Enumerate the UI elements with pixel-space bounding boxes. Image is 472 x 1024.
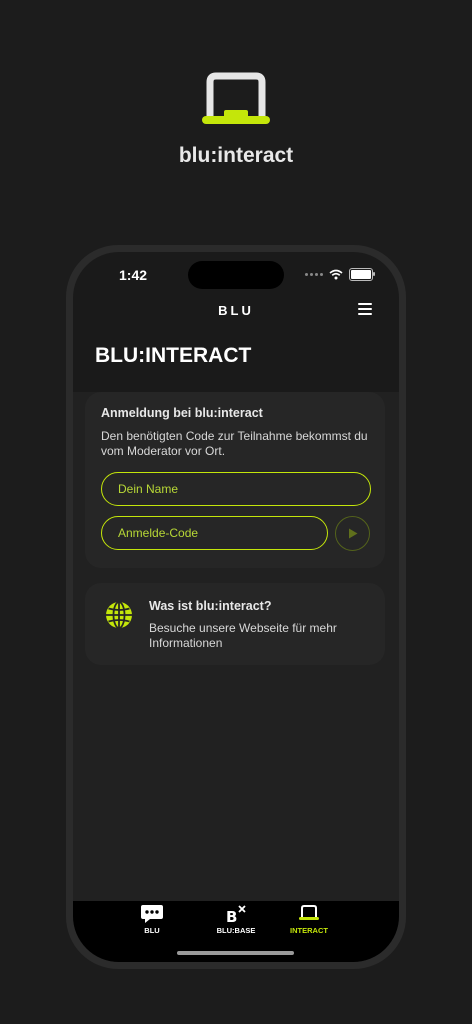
submit-button[interactable] xyxy=(335,516,370,551)
phone-screen: 1:42 BLU BLU:INTERACT Anmeldung bei blu:… xyxy=(73,252,399,962)
login-card-title: Anmeldung bei blu:interact xyxy=(101,406,263,420)
info-card-title: Was ist blu:interact? xyxy=(149,599,272,613)
hero-title: blu:interact xyxy=(178,144,294,167)
info-card-text: Besuche unsere Webseite für mehr Informa… xyxy=(149,621,337,650)
home-indicator xyxy=(177,951,294,955)
laptop-icon xyxy=(299,905,319,920)
tab-blu-base-label: BLU:BASE xyxy=(216,926,256,935)
code-input[interactable]: Anmelde-Code xyxy=(101,516,328,550)
svg-text:B: B xyxy=(226,908,237,924)
tab-blu-label: BLU xyxy=(144,926,160,935)
info-card[interactable]: Was ist blu:interact? Besuche unsere Web… xyxy=(85,583,385,665)
name-input[interactable]: Dein Name xyxy=(101,472,371,506)
tab-blu[interactable]: BLU xyxy=(112,901,192,941)
tab-interact[interactable]: INTERACT xyxy=(269,901,349,941)
blu-interact-logo-icon xyxy=(202,72,270,124)
page-title: BLU:INTERACT xyxy=(95,344,252,367)
status-icons xyxy=(305,267,375,281)
chat-bubble-icon xyxy=(141,905,163,923)
wifi-icon xyxy=(329,269,343,279)
signal-icon xyxy=(305,272,323,276)
status-time: 1:42 xyxy=(119,267,148,283)
hamburger-menu-icon[interactable] xyxy=(358,303,372,315)
dynamic-island xyxy=(188,261,284,289)
tab-bar: BLU B BLU:BASE INTERACT xyxy=(73,901,399,962)
battery-icon xyxy=(349,267,375,281)
play-icon xyxy=(349,528,358,539)
globe-icon xyxy=(106,601,132,629)
tab-interact-label: INTERACT xyxy=(290,926,328,935)
login-card: Anmeldung bei blu:interact Den benötigte… xyxy=(85,392,385,568)
login-card-description: Den benötigten Code zur Teilnahme bekomm… xyxy=(101,429,368,458)
blu-base-icon: B xyxy=(226,905,246,924)
brand-logo: BLU xyxy=(218,303,254,318)
tab-blu-base[interactable]: B BLU:BASE xyxy=(196,901,276,941)
